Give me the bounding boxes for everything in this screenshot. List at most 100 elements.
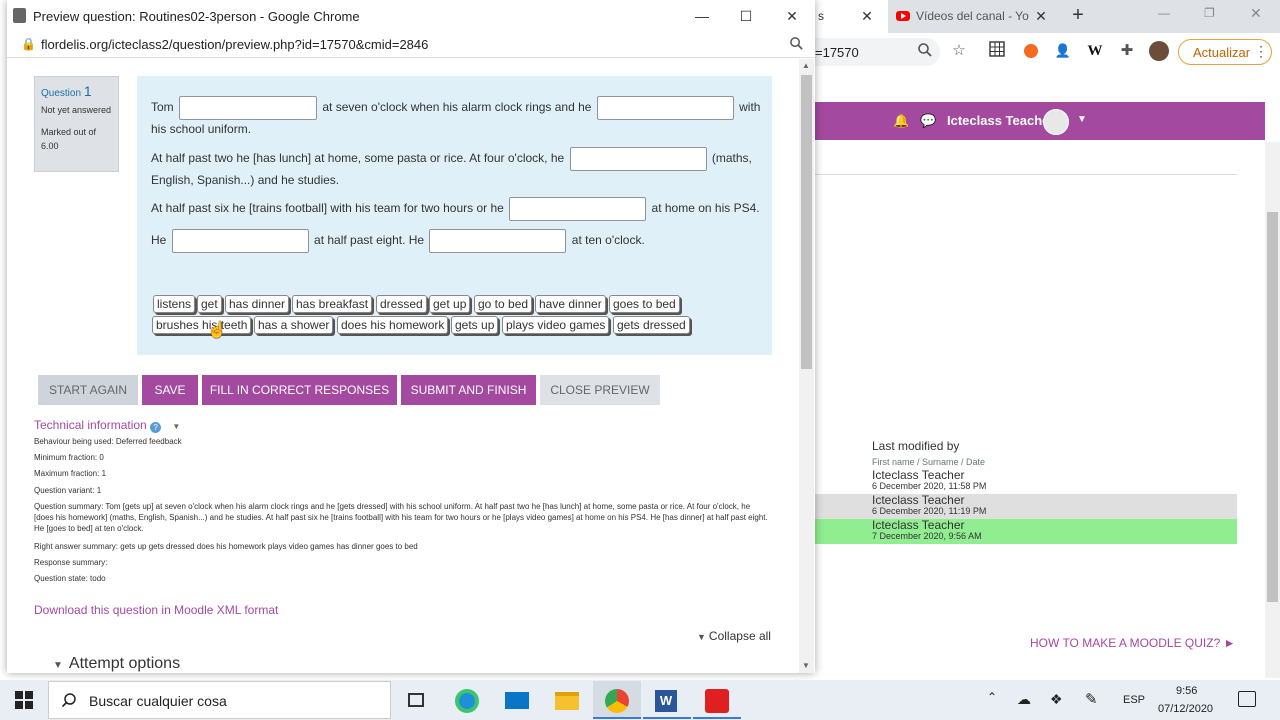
account-icon[interactable]: 👤 [1053,41,1073,61]
drop-zone[interactable] [171,229,309,253]
drag-item[interactable]: have dinner [535,295,606,313]
user-menu-name[interactable]: Icteclass Teacher [947,113,1054,128]
drag-item[interactable]: dressed [376,295,427,313]
modified-date: 7 December 2020, 9:56 AM [872,531,982,541]
chevron-down-icon[interactable]: ▼ [172,422,180,431]
file-explorer-icon[interactable] [543,681,591,719]
drag-item[interactable]: brushes his teeth [152,316,252,334]
windows-start-icon[interactable] [15,691,33,709]
extension-orange-icon[interactable] [1024,44,1038,58]
question-mark: Marked out of 6.00 [41,127,97,151]
drag-item[interactable]: gets up [451,316,499,334]
page-scrollbar[interactable] [1265,142,1280,678]
modified-date: 6 December 2020, 11:58 PM [872,481,987,491]
drag-item[interactable]: gets dressed [613,316,690,334]
dropbox-icon[interactable]: ❖ [1050,691,1063,708]
drag-item[interactable]: goes to bed [609,295,680,313]
taskbar-search-box[interactable]: Buscar cualquier cosa [48,681,391,719]
star-icon[interactable]: ☆ [949,41,969,61]
howto-link[interactable]: HOW TO MAKE A MOODLE QUIZ? ► [1030,636,1235,650]
drag-item[interactable]: plays video games [502,316,610,334]
messages-icon[interactable]: 💬 [920,113,936,129]
task-view-icon[interactable] [392,681,440,719]
attempt-options-header[interactable]: ▼ Attempt options [53,655,180,673]
drag-item[interactable]: listens [153,295,196,313]
collapse-all-link[interactable]: ▼ Collapse all [697,629,771,643]
drag-item[interactable]: has breakfast [292,295,373,313]
search-icon [61,692,77,708]
help-icon[interactable]: ? [150,422,162,433]
modified-row: Icteclass Teacher 6 December 2020, 11:58… [815,469,1237,494]
fill-correct-responses-button[interactable]: FILL IN CORRECT RESPONSES [202,375,397,405]
drag-item[interactable]: get up [429,295,471,313]
drop-zone[interactable] [429,229,567,253]
download-xml-link[interactable]: Download this question in Moodle XML for… [34,603,278,617]
drop-zone[interactable] [509,197,647,221]
scroll-down-icon[interactable]: ▼ [802,661,810,670]
minimize-icon[interactable]: — [692,6,712,26]
close-preview-button[interactable]: CLOSE PREVIEW [540,375,660,405]
close-window-icon[interactable]: ✕ [1250,5,1262,22]
last-modified-title: Last modified by [872,439,960,453]
notifications-bell-icon[interactable]: 🔔 [893,113,909,129]
screen-recorder-icon[interactable] [693,681,741,719]
question-line: English, Spanish...) and he studies. [151,173,340,187]
extensions-puzzle-icon[interactable]: ✚ [1117,41,1137,61]
question-line: Tom at seven o'clock when his alarm cloc… [151,96,760,120]
restore-icon[interactable]: ❐ [1204,6,1215,20]
modifier-name: Icteclass Teacher [872,468,965,482]
chevron-down-icon: ▼ [53,660,63,671]
drop-zone[interactable] [179,96,318,120]
clock-time[interactable]: 9:56 [1176,685,1197,697]
wikipedia-icon[interactable]: W [1085,41,1105,61]
start-again-button[interactable]: START AGAIN [38,375,138,405]
user-avatar[interactable] [1043,109,1069,135]
scrollbar-thumb[interactable] [801,75,812,369]
chevron-up-icon[interactable]: ⌃ [987,690,997,704]
hand-cursor-icon: ☝ [207,322,227,339]
drag-item[interactable]: does his homework [337,316,449,334]
scroll-up-icon[interactable]: ▲ [802,61,810,70]
collapse-all-label: Collapse all [708,629,771,643]
minimize-icon[interactable]: — [1158,6,1170,20]
close-tab-icon[interactable]: ✕ [1033,8,1049,24]
pen-icon[interactable]: ✎ [1085,690,1098,708]
min-fraction-text: Minimum fraction: 0 [34,453,104,462]
submit-and-finish-button[interactable]: SUBMIT AND FINISH [401,375,536,405]
language-indicator[interactable]: ESP [1123,694,1145,706]
save-button[interactable]: SAVE [142,375,198,405]
edge-icon[interactable] [443,681,491,719]
chevron-down-icon[interactable]: ▼ [1077,114,1087,125]
notification-center-icon[interactable] [1238,691,1256,707]
drag-item[interactable]: has dinner [225,295,290,313]
drop-zone[interactable] [569,147,707,171]
scrollbar-thumb[interactable] [1267,212,1278,602]
drag-item[interactable]: has a shower [254,316,334,334]
youtube-icon [896,11,910,21]
drag-item[interactable]: get [197,295,222,313]
modifier-name: Icteclass Teacher [872,518,965,532]
popup-address-bar[interactable]: 🔒 flordelis.org/icteclass2/question/prev… [7,32,815,58]
mail-icon[interactable] [493,681,541,719]
profile-avatar[interactable] [1149,41,1169,61]
close-tab-icon[interactable]: ✕ [859,8,875,24]
behaviour-text: Behaviour being used: Deferred feedback [34,437,182,446]
close-window-icon[interactable]: ✕ [782,6,802,26]
grid-icon[interactable] [989,41,1009,61]
menu-dots-icon[interactable]: ⋮ [1254,43,1268,60]
clock-date[interactable]: 07/12/2020 [1158,703,1213,715]
new-tab-icon[interactable]: + [1070,5,1086,25]
drag-item[interactable]: go to bed [474,295,533,313]
modified-row-highlighted: Icteclass Teacher 7 December 2020, 9:56 … [815,519,1237,544]
maximize-icon[interactable]: ☐ [736,6,756,26]
zoom-icon[interactable] [917,42,937,62]
drop-zone[interactable] [596,96,734,120]
chrome-icon[interactable] [593,681,641,719]
window-title: Preview question: Routines02-3person - G… [33,9,360,24]
background-tab-partial[interactable]: s [815,0,888,33]
technical-info-toggle[interactable]: Technical information ? ▼ [34,418,180,433]
zoom-icon[interactable] [789,36,804,51]
word-icon[interactable]: W [643,681,691,719]
onedrive-icon[interactable]: ☁ [1017,691,1031,708]
divider [815,174,1237,175]
